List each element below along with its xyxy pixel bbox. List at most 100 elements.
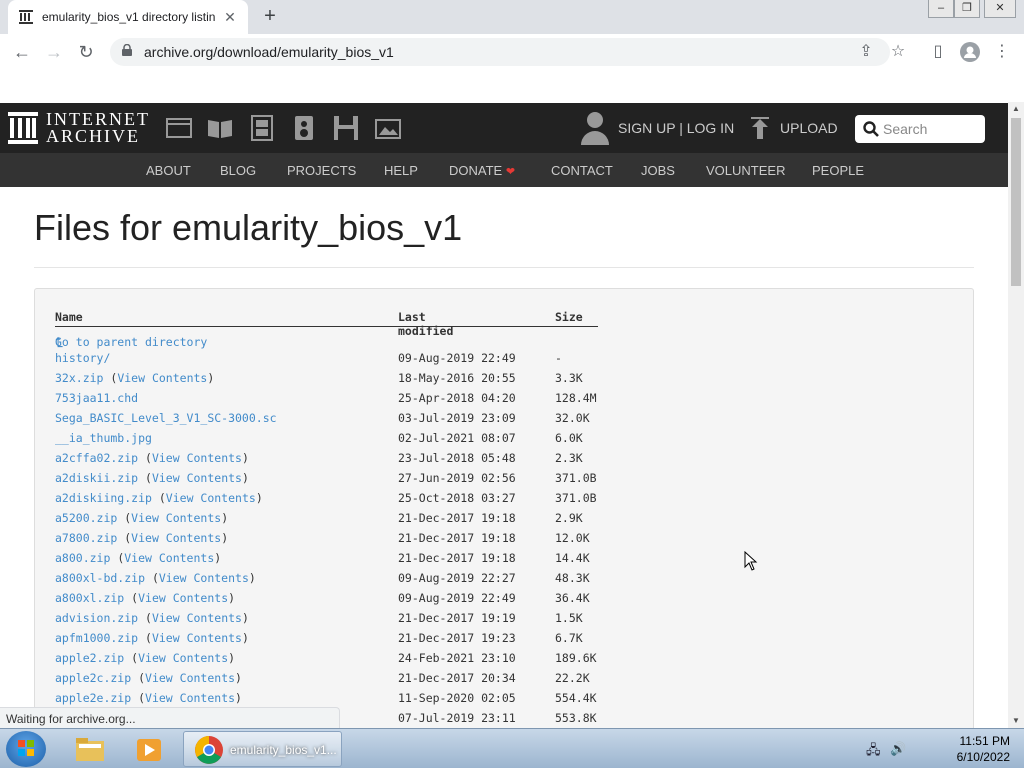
size-cell: 371.0B <box>555 491 597 505</box>
volume-icon[interactable]: 🔊 <box>890 741 906 757</box>
file-link[interactable]: apple2.zip <box>55 651 124 665</box>
software-floppy-icon[interactable] <box>333 115 359 141</box>
system-clock[interactable]: 11:51 PM 6/10/2022 <box>930 733 1010 765</box>
upload-icon[interactable] <box>750 117 770 141</box>
address-bar[interactable]: archive.org/download/emularity_bios_v1 <box>110 38 890 66</box>
nav-blog[interactable]: BLOG <box>220 163 256 178</box>
column-size[interactable]: Size <box>555 310 583 324</box>
view-contents-link[interactable]: View Contents <box>131 511 221 525</box>
file-link[interactable]: history/ <box>55 351 110 365</box>
web-icon[interactable] <box>166 115 192 141</box>
file-link[interactable]: a7800.zip <box>55 531 117 545</box>
minimize-button[interactable]: – <box>928 0 954 18</box>
nav-jobs[interactable]: JOBS <box>641 163 675 178</box>
file-link[interactable]: apfm1000.zip <box>55 631 138 645</box>
file-link[interactable]: a5200.zip <box>55 511 117 525</box>
file-link[interactable]: a2cffa02.zip <box>55 451 138 465</box>
file-link[interactable]: apple2c.zip <box>55 671 131 685</box>
video-film-icon[interactable] <box>249 115 275 141</box>
scroll-thumb[interactable] <box>1011 118 1021 286</box>
nav-help[interactable]: HELP <box>384 163 418 178</box>
images-icon[interactable] <box>375 115 401 141</box>
texts-book-icon[interactable] <box>207 115 233 141</box>
paren-open: ( <box>138 451 152 465</box>
view-contents-link[interactable]: View Contents <box>138 591 228 605</box>
size-cell: 128.4M <box>555 391 597 405</box>
file-link[interactable]: a800.zip <box>55 551 110 565</box>
column-last-modified[interactable]: Last modified <box>398 310 453 338</box>
browser-menu-icon[interactable]: ⋮ <box>990 40 1014 64</box>
page-scrollbar[interactable]: ▲ ▼ <box>1008 102 1024 728</box>
view-contents-link[interactable]: View Contents <box>152 611 242 625</box>
file-link[interactable]: a2diskiing.zip <box>55 491 152 505</box>
file-link[interactable]: advision.zip <box>55 611 138 625</box>
new-tab-button[interactable]: + <box>258 4 282 28</box>
paren-open: ( <box>131 691 146 705</box>
view-contents-link[interactable]: View Contents <box>138 651 228 665</box>
nav-people[interactable]: PEOPLE <box>812 163 864 178</box>
nav-donate[interactable]: DONATE ❤ <box>449 163 515 178</box>
nav-projects[interactable]: PROJECTS <box>287 163 356 178</box>
search-input[interactable]: Search <box>855 115 985 143</box>
browser-tab-active[interactable]: emularity_bios_v1 directory listin ✕ <box>8 0 248 34</box>
last-modified-cell: 18-May-2016 20:55 <box>398 371 516 385</box>
start-button[interactable] <box>6 731 46 767</box>
scroll-down-arrow-icon[interactable]: ▼ <box>1008 714 1024 728</box>
nav-about[interactable]: ABOUT <box>146 163 191 178</box>
reload-icon[interactable]: ↻ <box>74 40 98 64</box>
view-contents-link[interactable]: View Contents <box>131 531 221 545</box>
profile-avatar-icon[interactable] <box>958 40 982 64</box>
file-name-cell: a800.zip (View Contents) <box>55 551 221 565</box>
file-link[interactable]: a800xl.zip <box>55 591 124 605</box>
share-icon[interactable]: ⇪ <box>854 40 878 64</box>
view-contents-link[interactable]: View Contents <box>124 551 214 565</box>
view-contents-link[interactable]: View Contents <box>117 371 207 385</box>
ia-logo[interactable]: INTERNET ARCHIVE <box>8 110 150 145</box>
restore-button[interactable]: ❐ <box>954 0 980 18</box>
signup-login-link[interactable]: SIGN UP | LOG IN <box>618 120 734 136</box>
view-contents-link[interactable]: View Contents <box>145 671 235 685</box>
file-link[interactable]: apple2e.zip <box>55 691 131 705</box>
taskbar-chrome-label: emularity_bios_v1... <box>230 743 337 757</box>
file-name-cell: 32x.zip (View Contents) <box>55 371 214 385</box>
size-cell: - <box>555 351 562 365</box>
file-link[interactable]: a800xl-bd.zip <box>55 571 145 585</box>
file-link[interactable]: 32x.zip <box>55 371 103 385</box>
taskbar-chrome[interactable]: emularity_bios_v1... <box>183 731 342 767</box>
view-contents-link[interactable]: View Contents <box>145 691 235 705</box>
paren-open: ( <box>138 631 152 645</box>
view-contents-link[interactable]: View Contents <box>166 491 256 505</box>
taskbar-explorer[interactable] <box>64 731 114 767</box>
back-arrow-icon[interactable]: ← <box>10 40 34 64</box>
column-name[interactable]: Name <box>55 310 83 324</box>
view-contents-link[interactable]: View Contents <box>152 631 242 645</box>
last-modified-cell: 07-Jul-2019 23:11 <box>398 711 516 725</box>
audio-speaker-icon[interactable] <box>291 115 317 141</box>
side-panel-icon[interactable]: ▯ <box>926 40 950 64</box>
size-cell: 12.0K <box>555 531 590 545</box>
file-name-cell: a7800.zip (View Contents) <box>55 531 228 545</box>
file-link[interactable]: a2diskii.zip <box>55 471 138 485</box>
view-contents-link[interactable]: View Contents <box>152 471 242 485</box>
file-link[interactable]: __ia_thumb.jpg <box>55 431 152 445</box>
file-name-cell: apple2c.zip (View Contents) <box>55 671 242 685</box>
file-link[interactable]: Sega_BASIC_Level_3_V1_SC-3000.sc <box>55 411 277 425</box>
tab-close-icon[interactable]: ✕ <box>222 9 238 26</box>
windows-logo-icon <box>18 740 34 756</box>
view-contents-link[interactable]: View Contents <box>159 571 249 585</box>
nav-contact[interactable]: CONTACT <box>551 163 613 178</box>
nav-volunteer[interactable]: VOLUNTEER <box>706 163 785 178</box>
paren-close: ) <box>221 531 229 545</box>
file-link[interactable]: 753jaa11.chd <box>55 391 138 405</box>
last-modified-cell: 21-Dec-2017 19:23 <box>398 631 516 645</box>
window-close-button[interactable]: ✕ <box>984 0 1016 18</box>
size-cell: 2.9K <box>555 511 583 525</box>
network-icon[interactable]: 🖧 <box>866 741 881 763</box>
view-contents-link[interactable]: View Contents <box>152 451 242 465</box>
taskbar-media-player[interactable] <box>122 731 174 767</box>
forward-arrow-icon[interactable]: → <box>42 40 66 64</box>
upload-link[interactable]: UPLOAD <box>780 120 838 136</box>
bookmark-star-icon[interactable]: ☆ <box>886 40 910 64</box>
scroll-up-arrow-icon[interactable]: ▲ <box>1008 102 1024 116</box>
user-avatar-icon[interactable] <box>580 111 610 145</box>
